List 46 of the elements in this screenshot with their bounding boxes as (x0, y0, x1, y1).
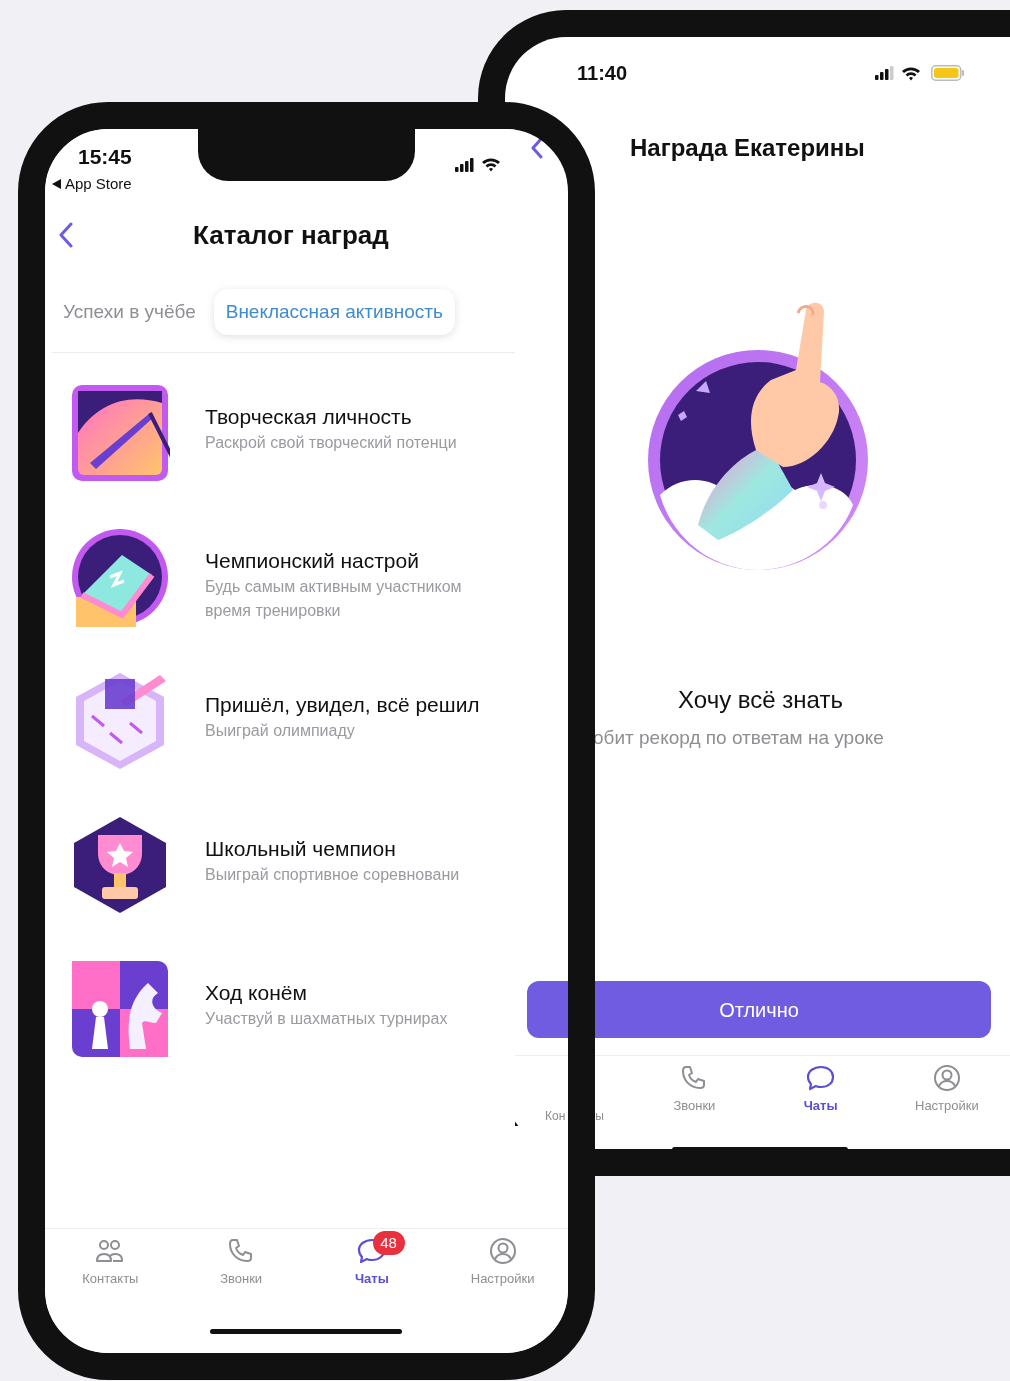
tab-bar-item[interactable]: Чаты (757, 1056, 884, 1125)
award-description: Выиграй олимпиаду (205, 721, 356, 741)
signal-icon (455, 157, 475, 172)
paintbrush-badge-icon (70, 383, 170, 483)
screen-title: Награда Екатерины (630, 133, 865, 163)
sneaker-badge-icon (70, 527, 170, 627)
signal-icon (875, 66, 895, 80)
tab-bar-item[interactable]: Контакты (45, 1229, 176, 1303)
app-store-back-link[interactable]: App Store (65, 173, 132, 196)
award-description: время тренировки (205, 601, 342, 621)
tab-bar-item[interactable]: Звонки (631, 1056, 758, 1125)
tab-bar-item[interactable]: Настройки (437, 1229, 568, 1303)
tab-bar-item[interactable]: Чаты 48 (306, 1229, 438, 1303)
wifi-icon (481, 157, 501, 172)
ok-button[interactable]: Отлично (527, 981, 991, 1038)
award-title: Школьный чемпион (205, 836, 397, 862)
award-description: Раскрой свой творческий потенци (205, 433, 457, 453)
status-time: 15:45 (78, 144, 132, 170)
chat-bubble-icon (805, 1064, 836, 1092)
user-circle-icon (487, 1237, 518, 1265)
award-description: Будь самым активным участником (205, 577, 462, 597)
tab-bar-item[interactable]: Настройки (883, 1056, 1010, 1125)
user-circle-icon (931, 1064, 962, 1092)
battery-icon (931, 65, 965, 81)
award-description: обит рекорд по ответам на уроке (592, 726, 885, 750)
chess-pieces-badge-icon (70, 959, 170, 1059)
back-chevron-icon (531, 137, 543, 159)
status-time: 11:40 (577, 61, 628, 86)
award-title: Чемпионский настрой (205, 548, 420, 574)
award-name: Хочу всё знать (677, 685, 844, 712)
tab-label[interactable]: ы (595, 1107, 604, 1125)
award-title: Творческая личность (205, 404, 413, 430)
award-description: Выиграй спортивное соревновани (205, 865, 460, 885)
unread-count-badge: 48 (372, 1231, 405, 1255)
tab-bar-item[interactable]: Звонки (175, 1229, 307, 1303)
back-triangle-icon (52, 179, 61, 190)
screen-title: Каталог наград (193, 218, 389, 252)
people-icon (95, 1237, 126, 1265)
award-description: Участвуй в шахматных турнирах (205, 1009, 448, 1029)
tab-label[interactable]: Кон (545, 1107, 566, 1125)
category-tab[interactable]: Успехи в учёбе (63, 289, 196, 335)
award-title: Ход конём (205, 980, 308, 1006)
back-chevron-icon (59, 222, 73, 248)
wifi-icon (901, 65, 921, 81)
category-tab[interactable]: Внеклассная активность (213, 289, 455, 335)
award-title: Пришёл, увидел, всё решил (205, 692, 480, 718)
